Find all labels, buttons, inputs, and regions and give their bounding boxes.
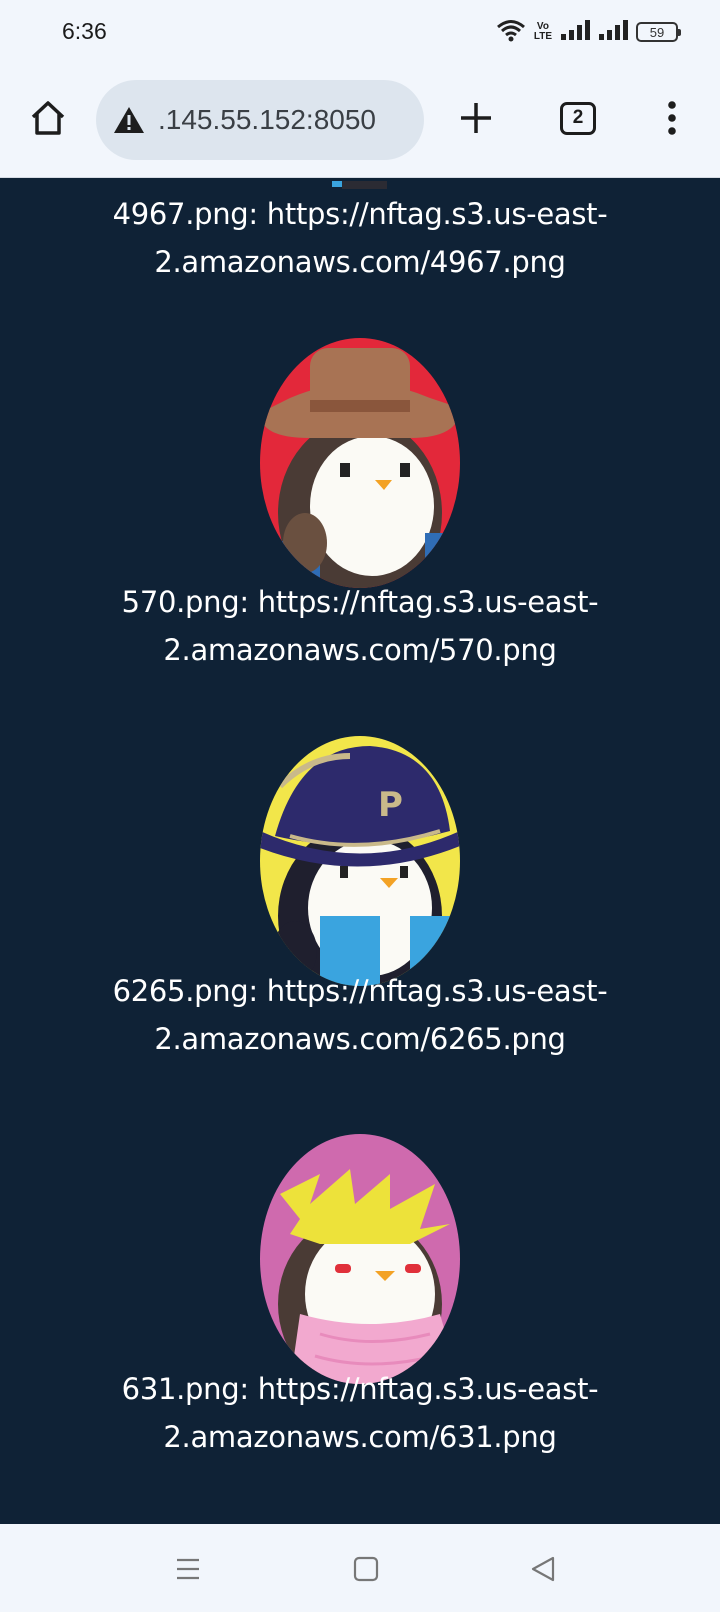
plus-icon xyxy=(461,103,491,133)
volte-icon: Vo LTE xyxy=(534,22,552,42)
system-nav-bar xyxy=(0,1524,720,1612)
not-secure-warning-icon[interactable] xyxy=(112,103,146,137)
nft-image-6265: P xyxy=(260,736,460,986)
image-caption-6265: 6265.png: https://nftag.s3.us-east-2.ama… xyxy=(112,974,608,1056)
status-icons: Vo LTE 59 xyxy=(496,18,681,46)
nft-image-4967 xyxy=(310,178,410,190)
new-tab-button[interactable] xyxy=(450,92,502,144)
square-icon xyxy=(353,1556,379,1582)
recents-button[interactable] xyxy=(163,1544,213,1594)
home-button[interactable] xyxy=(22,92,74,144)
url-text[interactable]: .145.55.152:8050 xyxy=(158,104,376,136)
browser-toolbar: .145.55.152:8050 2 xyxy=(0,66,720,178)
back-button[interactable] xyxy=(518,1544,568,1594)
status-time: 6:36 xyxy=(62,18,107,44)
battery-icon: 59 xyxy=(636,22,681,42)
address-bar[interactable]: .145.55.152:8050 xyxy=(96,80,424,160)
home-icon xyxy=(31,101,65,135)
nft-image-570 xyxy=(260,338,460,588)
signal-icon-sim1 xyxy=(560,19,590,45)
page-content: 4967.png: https://nftag.s3.us-east-2.ama… xyxy=(0,178,720,1524)
wifi-icon xyxy=(496,18,526,46)
nft-image-631 xyxy=(260,1134,460,1384)
svg-text:P: P xyxy=(378,785,403,825)
more-menu-button[interactable] xyxy=(646,92,698,144)
home-nav-button[interactable] xyxy=(341,1544,391,1594)
signal-icon-sim2 xyxy=(598,19,628,45)
more-vert-icon xyxy=(668,101,676,135)
tab-switcher-button[interactable]: 2 xyxy=(552,92,604,144)
back-triangle-icon xyxy=(531,1556,555,1582)
image-caption-4967: 4967.png: https://nftag.s3.us-east-2.ama… xyxy=(112,197,608,279)
status-bar: 6:36 Vo LTE 59 xyxy=(0,0,720,66)
image-caption-570: 570.png: https://nftag.s3.us-east-2.amaz… xyxy=(121,585,599,667)
image-caption-631: 631.png: https://nftag.s3.us-east-2.amaz… xyxy=(121,1372,599,1454)
menu-lines-icon xyxy=(177,1558,199,1580)
volte-bottom-label: LTE xyxy=(533,31,552,42)
tab-count: 2 xyxy=(560,101,596,135)
